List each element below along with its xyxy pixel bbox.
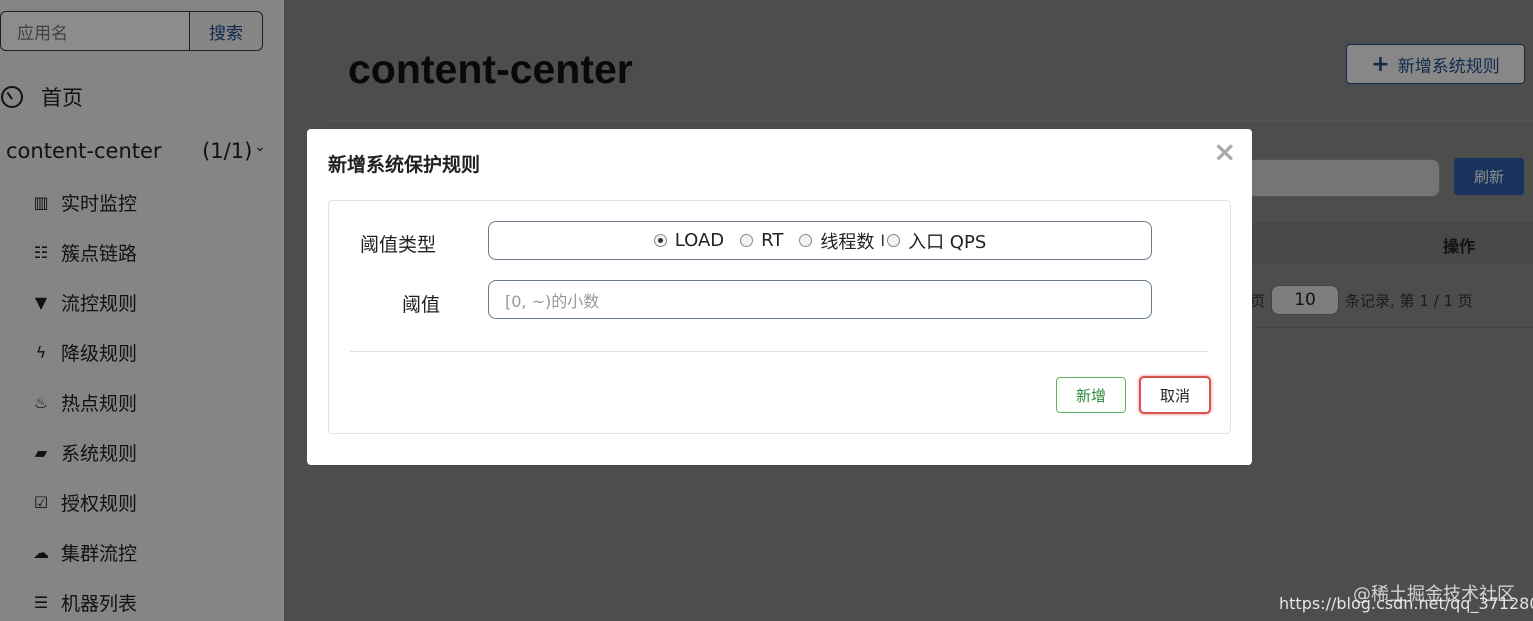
radio-unchecked-icon xyxy=(887,234,901,247)
source-url-watermark: https://blog.csdn.net/qq_37128049 xyxy=(1279,594,1533,613)
close-icon[interactable]: × xyxy=(1213,135,1236,168)
radio-label: 线程数 xyxy=(820,231,875,253)
threshold-type-label: 阈值类型 xyxy=(360,234,437,256)
radio-entry-qps[interactable]: 入口 QPS xyxy=(887,228,986,254)
text-cursor-icon: I xyxy=(880,231,886,250)
radio-unchecked-icon xyxy=(799,234,813,247)
radio-label: RT xyxy=(761,230,784,251)
cancel-button[interactable]: 取消 xyxy=(1139,376,1211,414)
radio-checked-icon xyxy=(653,234,667,247)
form-divider xyxy=(350,351,1209,352)
radio-rt[interactable]: RT xyxy=(740,230,783,251)
radio-unchecked-icon xyxy=(740,234,754,247)
radio-label: 入口 QPS xyxy=(908,231,987,253)
dialog-title: 新增系统保护规则 xyxy=(328,154,481,176)
radio-label: LOAD xyxy=(674,230,725,251)
radio-load[interactable]: LOAD xyxy=(653,230,725,251)
add-system-rule-dialog: 新增系统保护规则 × 阈值类型 LOAD RT 线程数 I 入口 QPS 阈值 … xyxy=(307,129,1252,465)
dialog-form: 阈值类型 LOAD RT 线程数 I 入口 QPS 阈值 [0, ~)的小数 新… xyxy=(328,200,1231,434)
threshold-type-radio-group: LOAD RT 线程数 I 入口 QPS xyxy=(488,221,1152,260)
threshold-input[interactable]: [0, ~)的小数 xyxy=(488,280,1152,319)
radio-thread-count[interactable]: 线程数 xyxy=(799,228,874,254)
add-button[interactable]: 新增 xyxy=(1056,377,1126,413)
threshold-label: 阈值 xyxy=(402,294,441,316)
